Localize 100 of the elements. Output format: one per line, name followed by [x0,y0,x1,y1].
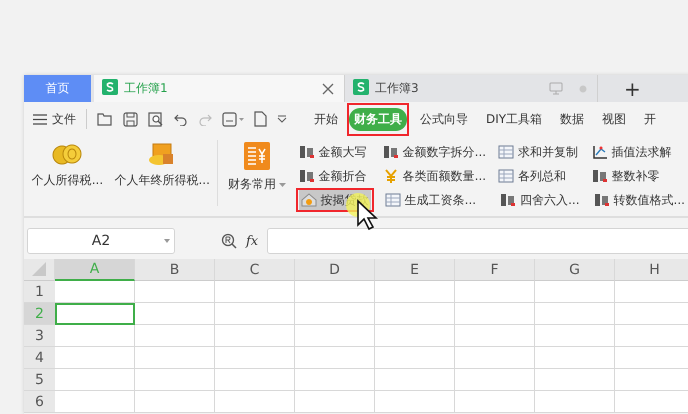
grid-cell[interactable] [55,369,135,391]
zoom-icon[interactable] [221,233,237,249]
caret-icon [279,182,286,186]
grid-cell[interactable] [215,281,295,303]
grid-cell[interactable] [535,347,615,369]
grid-cell[interactable] [535,369,615,391]
ribbon-tool-button[interactable]: 求和并复制 [496,142,582,162]
grid-cell[interactable] [535,303,615,325]
grid-cell[interactable] [215,347,295,369]
ribbon-tab[interactable]: 视图 [597,108,632,130]
monitor-icon[interactable] [549,82,563,95]
chevron-down-icon[interactable] [277,115,287,123]
row-header[interactable]: 5 [24,369,55,391]
ribbon-tab[interactable]: 公式向导 [415,108,473,130]
ribbon-tool-button[interactable]: 金额折合 [296,166,371,186]
grid-cell[interactable] [535,391,615,413]
ribbon-tab[interactable]: 开 [639,108,662,130]
grid-cell[interactable] [295,281,375,303]
ribbon-tool-button[interactable]: 插值法求解 [590,142,687,162]
yen-icon [382,169,399,183]
formula-input[interactable] [267,228,688,254]
column-header[interactable]: C [215,259,295,281]
row-header[interactable]: 6 [24,391,55,413]
grid-cell[interactable] [455,325,535,347]
ribbon-tool-button[interactable]: 金额大写 [296,142,371,162]
column-header[interactable]: H [615,259,688,281]
grid-cell[interactable] [295,369,375,391]
page-icon[interactable] [254,111,267,127]
ribbon-tab[interactable]: 数据 [555,108,590,130]
row-header[interactable]: 1 [24,281,55,303]
ribbon-large-button[interactable]: 个人年终所得税... [110,140,214,202]
ribbon-tab[interactable]: 开始 [309,108,343,130]
grid-cell[interactable] [135,281,215,303]
ribbon-tool-button[interactable]: 生成工资条... [382,190,488,210]
workbook-tab[interactable]: 工作簿3 [345,75,598,102]
grid-cell[interactable] [535,325,615,347]
ribbon-tool-button[interactable]: 四舍六入... [498,190,582,210]
active-cell[interactable] [55,303,135,325]
grid-cell[interactable] [135,303,215,325]
ribbon-tool-button[interactable]: 转数值格式... [592,190,687,210]
grid-cell[interactable] [135,325,215,347]
column-header[interactable]: B [135,259,215,281]
grid-cell[interactable] [375,369,455,391]
grid-cell[interactable] [535,281,615,303]
grid-cell[interactable] [215,303,295,325]
grid-cell[interactable] [135,391,215,413]
row-header[interactable]: 4 [24,347,55,369]
grid-cell[interactable] [455,303,535,325]
sheet-icon [498,169,514,183]
tool-icon [382,145,399,159]
select-all-corner[interactable] [24,259,55,281]
grid-cell[interactable] [295,391,375,413]
file-menu[interactable]: 文件 [33,110,76,128]
fx-label[interactable]: fx [246,234,258,248]
grid-cell[interactable] [295,303,375,325]
grid-cell[interactable] [375,303,455,325]
grid-cell[interactable] [215,325,295,347]
ribbon-large-button[interactable]: 财务常用 [222,140,292,202]
grid-cell[interactable] [375,325,455,347]
save-icon[interactable] [123,112,138,126]
column-header[interactable]: E [375,259,455,281]
grid-cell[interactable] [55,391,135,413]
grid-cell[interactable] [455,281,535,303]
grid-cell[interactable] [55,347,135,369]
tool-icon [500,193,516,207]
new-tab-button[interactable]: + [624,76,641,100]
row-header[interactable]: 3 [24,325,55,347]
print-icon[interactable] [222,112,244,126]
ribbon-tool-button[interactable]: 各列总和 [496,166,582,186]
print-preview-icon[interactable] [148,112,164,126]
grid-cell[interactable] [215,369,295,391]
ribbon-tab[interactable]: DIY工具箱 [481,108,548,130]
column-header[interactable]: D [295,259,375,281]
folder-icon[interactable] [97,112,113,126]
grid-cell[interactable] [295,347,375,369]
column-header[interactable]: F [455,259,535,281]
ribbon-large-button[interactable]: 个人所得税... [24,140,111,202]
name-box[interactable]: A2 [27,228,175,254]
grid-cell[interactable] [375,347,455,369]
ribbon-tool-button[interactable]: 金额数字拆分... [380,142,488,162]
ribbon-tool-button[interactable]: 各类面额数量... [380,166,488,186]
redo-icon[interactable] [198,112,212,126]
column-header[interactable]: G [535,259,615,281]
undo-icon[interactable] [174,112,188,126]
grid-cell[interactable] [375,281,455,303]
grid-cell[interactable] [455,369,535,391]
close-icon[interactable] [322,82,334,94]
sheet-icon [498,145,514,159]
grid-cell[interactable] [455,347,535,369]
grid-cell[interactable] [55,325,135,347]
grid-cell[interactable] [375,391,455,413]
grid-cell[interactable] [135,347,215,369]
grid-cell[interactable] [295,325,375,347]
grid-cell[interactable] [55,281,135,303]
grid-cell[interactable] [215,391,295,413]
grid-cell[interactable] [455,391,535,413]
ribbon-tool-button[interactable]: 整数补零 [590,166,687,186]
dot-icon [579,84,587,92]
grid-cell[interactable] [135,369,215,391]
spreadsheet-icon [102,79,118,98]
